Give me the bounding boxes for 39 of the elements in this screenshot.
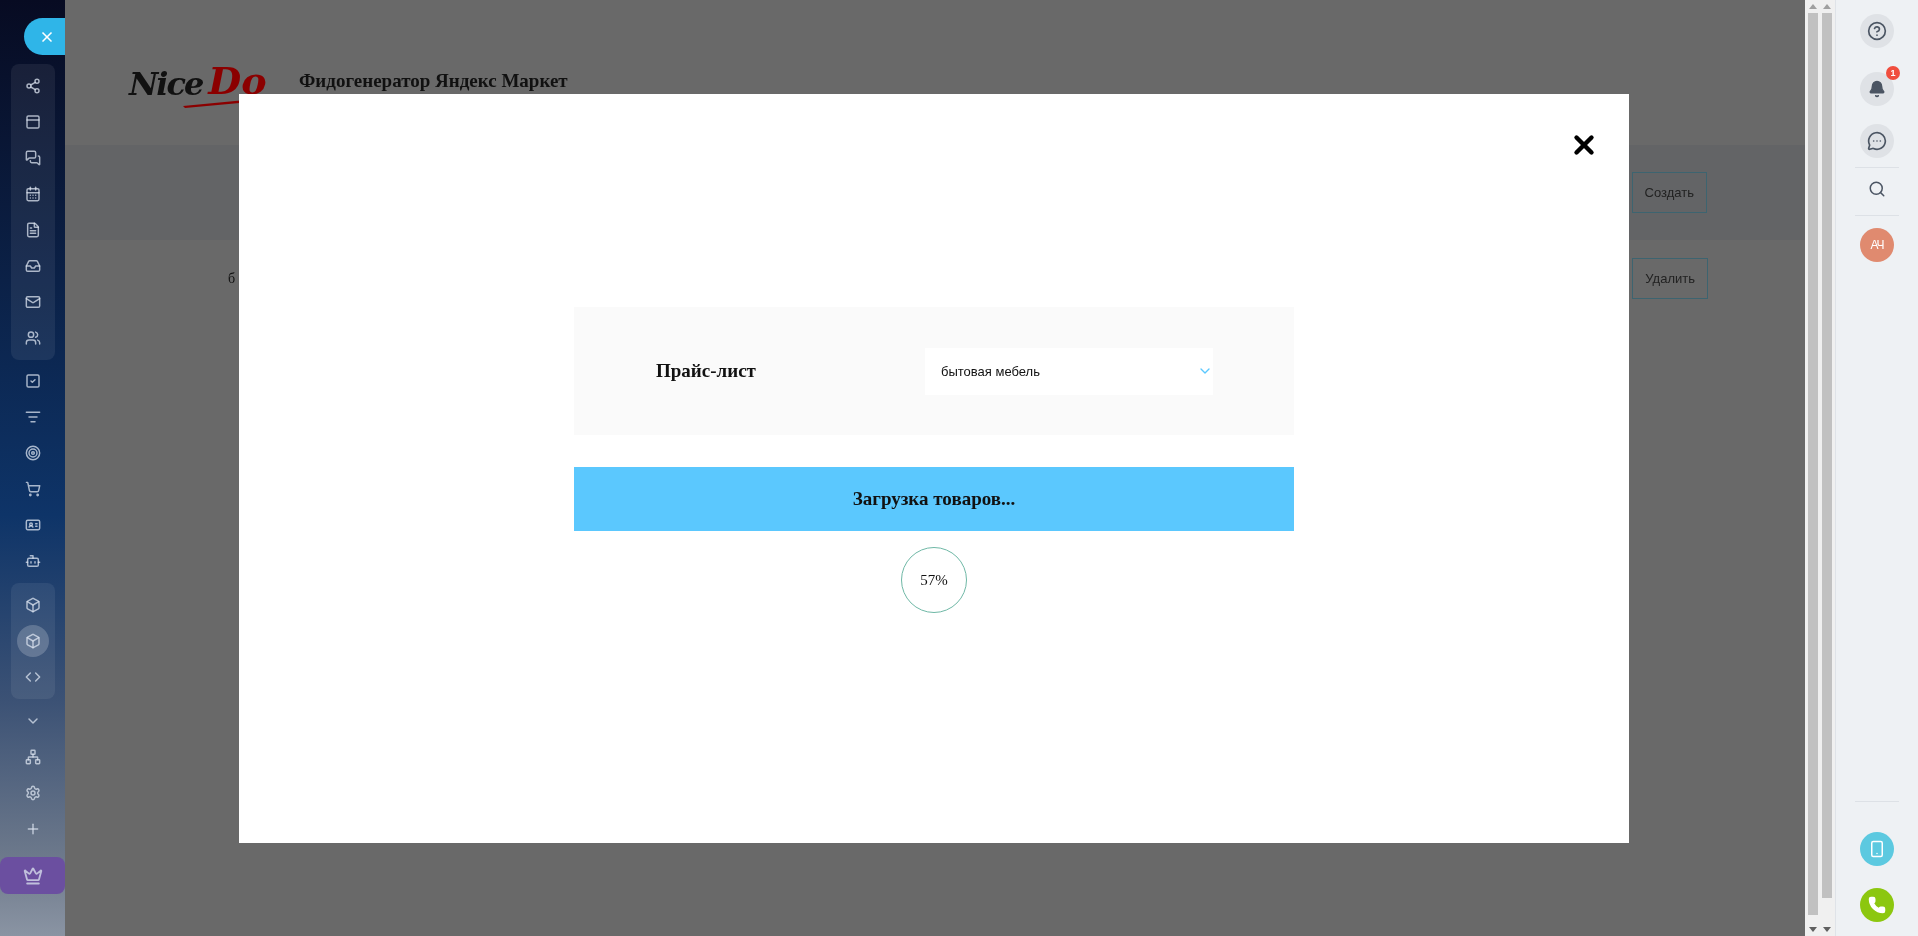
cart-icon (24, 481, 41, 497)
mail-icon (24, 294, 41, 310)
calendar-icon (24, 186, 41, 202)
checkbox-icon (24, 373, 41, 389)
network-icon (24, 749, 41, 765)
price-list-select[interactable]: бытовая мебель (925, 347, 1213, 395)
cube-icon (24, 597, 41, 613)
delete-button[interactable]: Удалить (1632, 258, 1708, 299)
phone-icon (1868, 896, 1886, 914)
cube-icon (24, 633, 41, 649)
settings-icon (24, 785, 41, 801)
notification-badge: 1 (1886, 66, 1900, 80)
robot-icon (24, 553, 41, 569)
chat-icon (1867, 131, 1887, 151)
crown-icon (22, 865, 43, 886)
search-icon (1868, 180, 1886, 198)
filter-icon (24, 409, 41, 425)
field-label: Прайс-лист (656, 360, 757, 382)
bell-icon (1868, 80, 1886, 98)
people-icon (24, 330, 41, 346)
panel-icon (24, 114, 41, 130)
row-text: б (228, 270, 236, 287)
code-icon (24, 669, 41, 685)
document-icon (24, 222, 41, 238)
create-button[interactable]: Создать (1631, 172, 1707, 213)
smartphone-icon (1868, 840, 1886, 858)
nodes-icon (24, 78, 41, 94)
tray-icon (24, 258, 41, 274)
page-title: Фидогенератор Яндекс Маркет (299, 70, 568, 92)
chat-icon (24, 150, 41, 166)
target-icon (24, 445, 41, 461)
notifications-button[interactable] (1860, 72, 1894, 106)
user-avatar[interactable]: АЧ (1860, 228, 1894, 262)
chat-button[interactable] (1860, 124, 1894, 158)
id-card-icon (24, 517, 41, 533)
help-icon (1867, 21, 1887, 41)
help-button[interactable] (1860, 14, 1894, 48)
close-button[interactable] (24, 18, 65, 55)
status-bar: Загрузка товаров... (574, 467, 1294, 531)
